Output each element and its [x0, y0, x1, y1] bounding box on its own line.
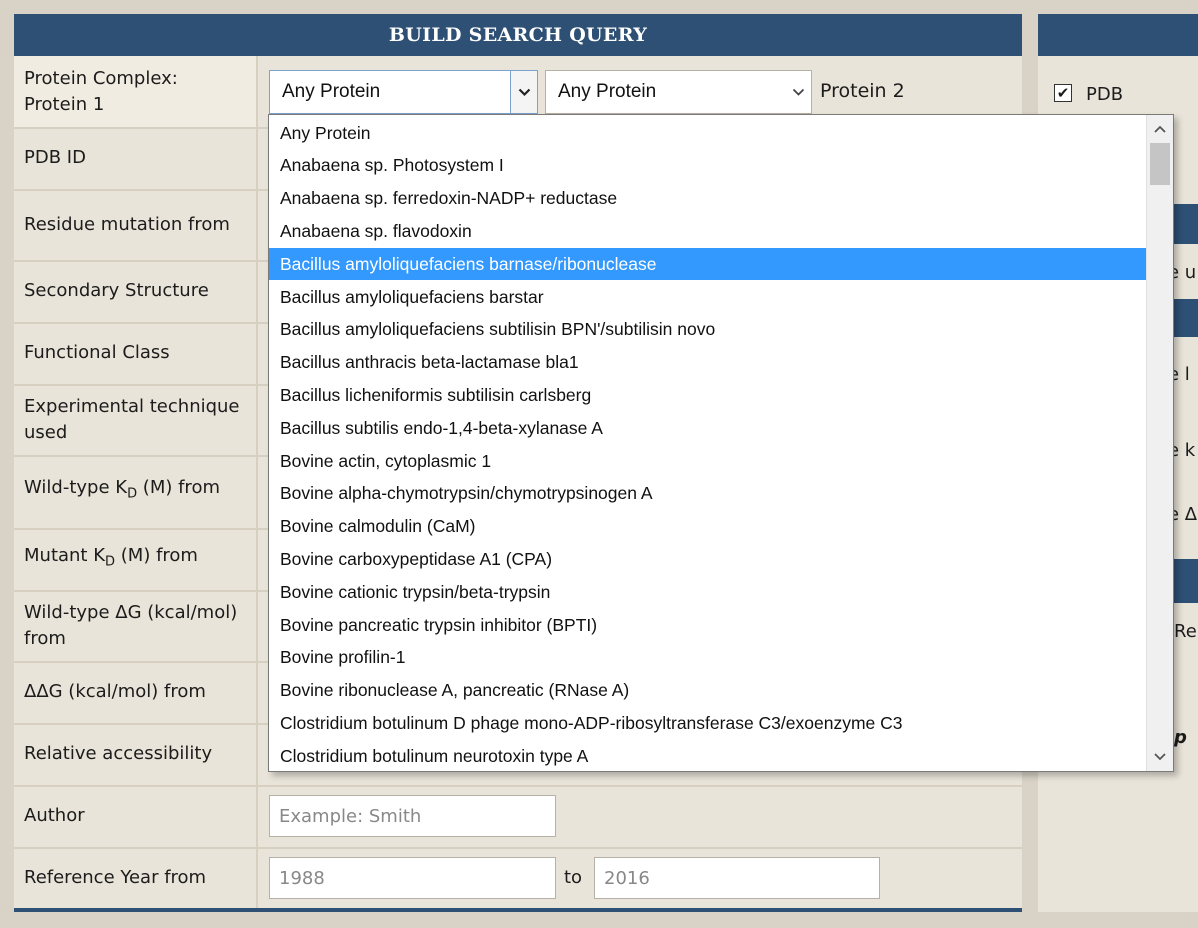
row-label: PDB ID	[14, 127, 258, 189]
row-label: Secondary Structure	[14, 260, 258, 322]
dropdown-option[interactable]: Bovine profilin-1	[269, 642, 1147, 674]
dropdown-option[interactable]: Any Protein	[269, 117, 1147, 149]
label-subscript: D	[105, 554, 116, 570]
row-label: ΔΔG (kcal/mol) from	[14, 661, 258, 723]
protein1-selected-value: Any Protein	[282, 81, 381, 102]
label-subscript: D	[127, 486, 138, 502]
dropdown-option[interactable]: Bovine ribonuclease A, pancreatic (RNase…	[269, 675, 1147, 707]
right-panel-fragment: Re	[1174, 621, 1197, 642]
chevron-down-icon[interactable]	[1147, 745, 1173, 769]
label-post: (M) from	[137, 477, 220, 499]
dropdown-option[interactable]: Anabaena sp. Photosystem I	[269, 150, 1147, 182]
dropdown-option[interactable]: Anabaena sp. flavodoxin	[269, 215, 1147, 247]
chevron-up-icon[interactable]	[1147, 117, 1173, 141]
dropdown-option[interactable]: Bacillus anthracis beta-lactamase bla1	[269, 347, 1147, 379]
year-from-input[interactable]: 1988	[269, 857, 556, 899]
row-label: Experimental technique used	[14, 384, 258, 455]
dropdown-option[interactable]: Bacillus licheniformis subtilisin carlsb…	[269, 379, 1147, 411]
row-label: Functional Class	[14, 322, 258, 384]
protein2-label: Protein 2	[820, 80, 905, 102]
dropdown-option[interactable]: Clostridium botulinum D phage mono-ADP-r…	[269, 707, 1147, 739]
protein1-dropdown-list[interactable]: Any Protein Anabaena sp. Photosystem I Ana…	[268, 114, 1174, 772]
pdb-checkbox[interactable]: ✔	[1054, 84, 1072, 102]
dropdown-option[interactable]: Bovine alpha-chymotrypsin/chymotrypsinog…	[269, 478, 1147, 510]
pdb-checkbox-label: PDB	[1086, 84, 1124, 105]
dropdown-option[interactable]: Bacillus amyloliquefaciens barnase/ribon…	[269, 248, 1147, 281]
row-reference-year: Reference Year from 1988 to 2016	[14, 847, 1022, 908]
row-label: Mutant KD (M) from	[14, 528, 258, 590]
protein2-selected-value: Any Protein	[558, 81, 657, 102]
row-label: Protein Complex: Protein 1	[14, 56, 258, 127]
panel-title: BUILD SEARCH QUERY	[14, 14, 1022, 56]
dropdown-scrollbar[interactable]	[1146, 115, 1173, 771]
label-pre: Wild-type K	[24, 477, 128, 499]
row-label: Wild-type KD (M) from	[14, 455, 258, 528]
row-label: Wild-type ΔG (kcal/mol) from	[14, 590, 258, 661]
dropdown-option[interactable]: Bovine cationic trypsin/beta-trypsin	[269, 576, 1147, 608]
scrollbar-thumb[interactable]	[1150, 143, 1170, 185]
dropdown-option[interactable]: Bovine calmodulin (CaM)	[269, 511, 1147, 543]
dropdown-option[interactable]: Bacillus amyloliquefaciens barstar	[269, 281, 1147, 313]
dropdown-option[interactable]: Bovine carboxypeptidase A1 (CPA)	[269, 543, 1147, 575]
row-label: Reference Year from	[14, 847, 258, 908]
row-label: Author	[14, 785, 258, 847]
protein1-select[interactable]: Any Protein	[269, 70, 538, 114]
row-author: Author Example: Smith	[14, 785, 1022, 849]
panel-bottom-bar	[14, 908, 1022, 912]
right-panel-fragment: p	[1174, 727, 1187, 748]
right-panel-header	[1038, 14, 1198, 56]
label-pre: Mutant K	[24, 544, 106, 566]
check-icon: ✔	[1056, 83, 1070, 102]
author-input[interactable]: Example: Smith	[269, 795, 556, 837]
year-to-input[interactable]: 2016	[594, 857, 880, 899]
chevron-down-icon[interactable]	[510, 71, 537, 113]
dropdown-option[interactable]: Bovine actin, cytoplasmic 1	[269, 445, 1147, 477]
chevron-down-icon[interactable]	[792, 71, 805, 113]
dropdown-option[interactable]: Anabaena sp. ferredoxin-NADP+ reductase	[269, 183, 1147, 215]
dropdown-option[interactable]: Clostridium botulinum neurotoxin type A	[269, 740, 1147, 771]
dropdown-option[interactable]: Bacillus subtilis endo-1,4-beta-xylanase…	[269, 412, 1147, 444]
dropdown-option[interactable]: Bovine pancreatic trypsin inhibitor (BPT…	[269, 609, 1147, 641]
protein2-select[interactable]: Any Protein	[545, 70, 812, 114]
year-to-label: to	[564, 867, 583, 888]
dropdown-option[interactable]: Bacillus amyloliquefaciens subtilisin BP…	[269, 314, 1147, 346]
label-post: (M) from	[115, 544, 198, 566]
row-label: Relative accessibility	[14, 723, 258, 785]
row-label: Residue mutation from	[14, 189, 258, 260]
